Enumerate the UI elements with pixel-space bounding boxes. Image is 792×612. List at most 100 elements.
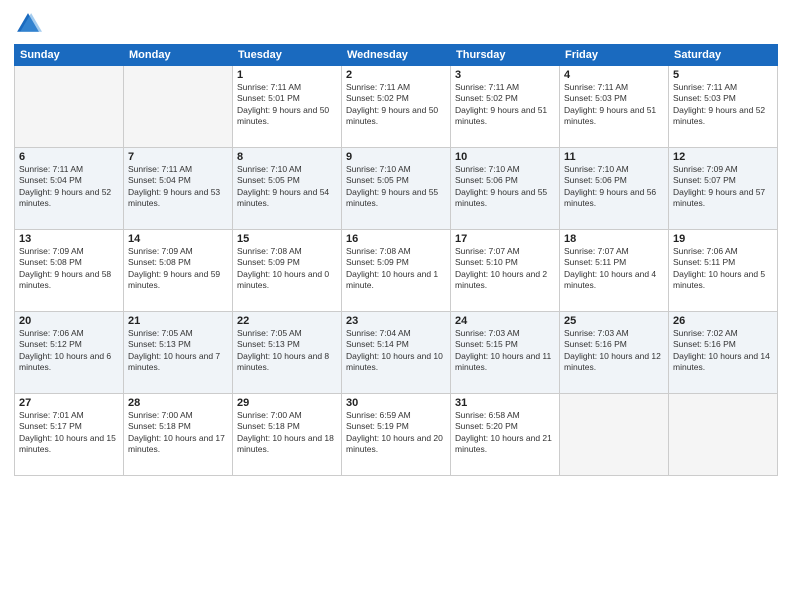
day-info: Sunrise: 7:01 AM Sunset: 5:17 PM Dayligh…	[19, 410, 119, 456]
day-info: Sunrise: 7:08 AM Sunset: 5:09 PM Dayligh…	[346, 246, 446, 292]
day-number: 24	[455, 315, 555, 327]
calendar-cell: 2Sunrise: 7:11 AM Sunset: 5:02 PM Daylig…	[342, 66, 451, 148]
calendar-week-1: 1Sunrise: 7:11 AM Sunset: 5:01 PM Daylig…	[15, 66, 778, 148]
day-number: 30	[346, 397, 446, 409]
calendar-cell: 22Sunrise: 7:05 AM Sunset: 5:13 PM Dayli…	[233, 312, 342, 394]
day-number: 6	[19, 151, 119, 163]
day-number: 1	[237, 69, 337, 81]
day-number: 28	[128, 397, 228, 409]
day-number: 25	[564, 315, 664, 327]
logo	[14, 10, 46, 38]
calendar-cell: 28Sunrise: 7:00 AM Sunset: 5:18 PM Dayli…	[124, 394, 233, 476]
col-header-thursday: Thursday	[451, 45, 560, 66]
calendar-week-2: 6Sunrise: 7:11 AM Sunset: 5:04 PM Daylig…	[15, 148, 778, 230]
calendar-cell: 1Sunrise: 7:11 AM Sunset: 5:01 PM Daylig…	[233, 66, 342, 148]
day-number: 31	[455, 397, 555, 409]
day-info: Sunrise: 6:58 AM Sunset: 5:20 PM Dayligh…	[455, 410, 555, 456]
day-number: 8	[237, 151, 337, 163]
day-number: 17	[455, 233, 555, 245]
day-info: Sunrise: 7:03 AM Sunset: 5:16 PM Dayligh…	[564, 328, 664, 374]
day-number: 14	[128, 233, 228, 245]
calendar-cell: 29Sunrise: 7:00 AM Sunset: 5:18 PM Dayli…	[233, 394, 342, 476]
calendar-cell: 12Sunrise: 7:09 AM Sunset: 5:07 PM Dayli…	[669, 148, 778, 230]
day-info: Sunrise: 7:11 AM Sunset: 5:02 PM Dayligh…	[455, 82, 555, 128]
day-info: Sunrise: 7:10 AM Sunset: 5:06 PM Dayligh…	[564, 164, 664, 210]
col-header-sunday: Sunday	[15, 45, 124, 66]
day-info: Sunrise: 7:10 AM Sunset: 5:05 PM Dayligh…	[237, 164, 337, 210]
calendar-cell: 14Sunrise: 7:09 AM Sunset: 5:08 PM Dayli…	[124, 230, 233, 312]
day-number: 9	[346, 151, 446, 163]
calendar-cell	[669, 394, 778, 476]
calendar-week-4: 20Sunrise: 7:06 AM Sunset: 5:12 PM Dayli…	[15, 312, 778, 394]
calendar-cell: 25Sunrise: 7:03 AM Sunset: 5:16 PM Dayli…	[560, 312, 669, 394]
day-number: 5	[673, 69, 773, 81]
calendar-cell: 11Sunrise: 7:10 AM Sunset: 5:06 PM Dayli…	[560, 148, 669, 230]
calendar-cell	[560, 394, 669, 476]
calendar-cell: 17Sunrise: 7:07 AM Sunset: 5:10 PM Dayli…	[451, 230, 560, 312]
calendar-cell: 3Sunrise: 7:11 AM Sunset: 5:02 PM Daylig…	[451, 66, 560, 148]
calendar-week-3: 13Sunrise: 7:09 AM Sunset: 5:08 PM Dayli…	[15, 230, 778, 312]
calendar-cell: 19Sunrise: 7:06 AM Sunset: 5:11 PM Dayli…	[669, 230, 778, 312]
day-info: Sunrise: 7:11 AM Sunset: 5:03 PM Dayligh…	[564, 82, 664, 128]
day-info: Sunrise: 7:11 AM Sunset: 5:03 PM Dayligh…	[673, 82, 773, 128]
day-info: Sunrise: 7:09 AM Sunset: 5:08 PM Dayligh…	[128, 246, 228, 292]
day-info: Sunrise: 7:08 AM Sunset: 5:09 PM Dayligh…	[237, 246, 337, 292]
col-header-saturday: Saturday	[669, 45, 778, 66]
calendar-cell: 18Sunrise: 7:07 AM Sunset: 5:11 PM Dayli…	[560, 230, 669, 312]
day-info: Sunrise: 7:00 AM Sunset: 5:18 PM Dayligh…	[237, 410, 337, 456]
day-number: 15	[237, 233, 337, 245]
calendar-cell: 24Sunrise: 7:03 AM Sunset: 5:15 PM Dayli…	[451, 312, 560, 394]
day-number: 16	[346, 233, 446, 245]
calendar-cell: 5Sunrise: 7:11 AM Sunset: 5:03 PM Daylig…	[669, 66, 778, 148]
day-number: 11	[564, 151, 664, 163]
calendar-cell: 13Sunrise: 7:09 AM Sunset: 5:08 PM Dayli…	[15, 230, 124, 312]
day-number: 22	[237, 315, 337, 327]
calendar-cell: 6Sunrise: 7:11 AM Sunset: 5:04 PM Daylig…	[15, 148, 124, 230]
calendar-cell: 21Sunrise: 7:05 AM Sunset: 5:13 PM Dayli…	[124, 312, 233, 394]
calendar-cell: 27Sunrise: 7:01 AM Sunset: 5:17 PM Dayli…	[15, 394, 124, 476]
day-info: Sunrise: 7:06 AM Sunset: 5:12 PM Dayligh…	[19, 328, 119, 374]
calendar-header-row: SundayMondayTuesdayWednesdayThursdayFrid…	[15, 45, 778, 66]
day-info: Sunrise: 7:00 AM Sunset: 5:18 PM Dayligh…	[128, 410, 228, 456]
calendar-cell	[124, 66, 233, 148]
calendar-cell: 8Sunrise: 7:10 AM Sunset: 5:05 PM Daylig…	[233, 148, 342, 230]
day-number: 29	[237, 397, 337, 409]
day-number: 19	[673, 233, 773, 245]
calendar-cell: 16Sunrise: 7:08 AM Sunset: 5:09 PM Dayli…	[342, 230, 451, 312]
calendar-table: SundayMondayTuesdayWednesdayThursdayFrid…	[14, 44, 778, 476]
logo-icon	[14, 10, 42, 38]
day-info: Sunrise: 7:10 AM Sunset: 5:05 PM Dayligh…	[346, 164, 446, 210]
page-header	[14, 10, 778, 38]
day-number: 10	[455, 151, 555, 163]
day-info: Sunrise: 7:09 AM Sunset: 5:08 PM Dayligh…	[19, 246, 119, 292]
day-info: Sunrise: 7:07 AM Sunset: 5:11 PM Dayligh…	[564, 246, 664, 292]
calendar-cell: 26Sunrise: 7:02 AM Sunset: 5:16 PM Dayli…	[669, 312, 778, 394]
calendar-cell: 20Sunrise: 7:06 AM Sunset: 5:12 PM Dayli…	[15, 312, 124, 394]
calendar-cell	[15, 66, 124, 148]
calendar-cell: 15Sunrise: 7:08 AM Sunset: 5:09 PM Dayli…	[233, 230, 342, 312]
day-info: Sunrise: 6:59 AM Sunset: 5:19 PM Dayligh…	[346, 410, 446, 456]
day-info: Sunrise: 7:05 AM Sunset: 5:13 PM Dayligh…	[128, 328, 228, 374]
col-header-tuesday: Tuesday	[233, 45, 342, 66]
day-number: 2	[346, 69, 446, 81]
calendar-cell: 4Sunrise: 7:11 AM Sunset: 5:03 PM Daylig…	[560, 66, 669, 148]
day-info: Sunrise: 7:03 AM Sunset: 5:15 PM Dayligh…	[455, 328, 555, 374]
day-info: Sunrise: 7:11 AM Sunset: 5:04 PM Dayligh…	[128, 164, 228, 210]
col-header-monday: Monday	[124, 45, 233, 66]
col-header-wednesday: Wednesday	[342, 45, 451, 66]
day-number: 12	[673, 151, 773, 163]
day-info: Sunrise: 7:09 AM Sunset: 5:07 PM Dayligh…	[673, 164, 773, 210]
calendar-cell: 7Sunrise: 7:11 AM Sunset: 5:04 PM Daylig…	[124, 148, 233, 230]
day-info: Sunrise: 7:11 AM Sunset: 5:04 PM Dayligh…	[19, 164, 119, 210]
day-number: 26	[673, 315, 773, 327]
day-info: Sunrise: 7:11 AM Sunset: 5:01 PM Dayligh…	[237, 82, 337, 128]
calendar-cell: 31Sunrise: 6:58 AM Sunset: 5:20 PM Dayli…	[451, 394, 560, 476]
calendar-cell: 10Sunrise: 7:10 AM Sunset: 5:06 PM Dayli…	[451, 148, 560, 230]
day-number: 13	[19, 233, 119, 245]
day-number: 3	[455, 69, 555, 81]
calendar-cell: 30Sunrise: 6:59 AM Sunset: 5:19 PM Dayli…	[342, 394, 451, 476]
day-number: 4	[564, 69, 664, 81]
day-info: Sunrise: 7:11 AM Sunset: 5:02 PM Dayligh…	[346, 82, 446, 128]
day-info: Sunrise: 7:02 AM Sunset: 5:16 PM Dayligh…	[673, 328, 773, 374]
day-number: 21	[128, 315, 228, 327]
